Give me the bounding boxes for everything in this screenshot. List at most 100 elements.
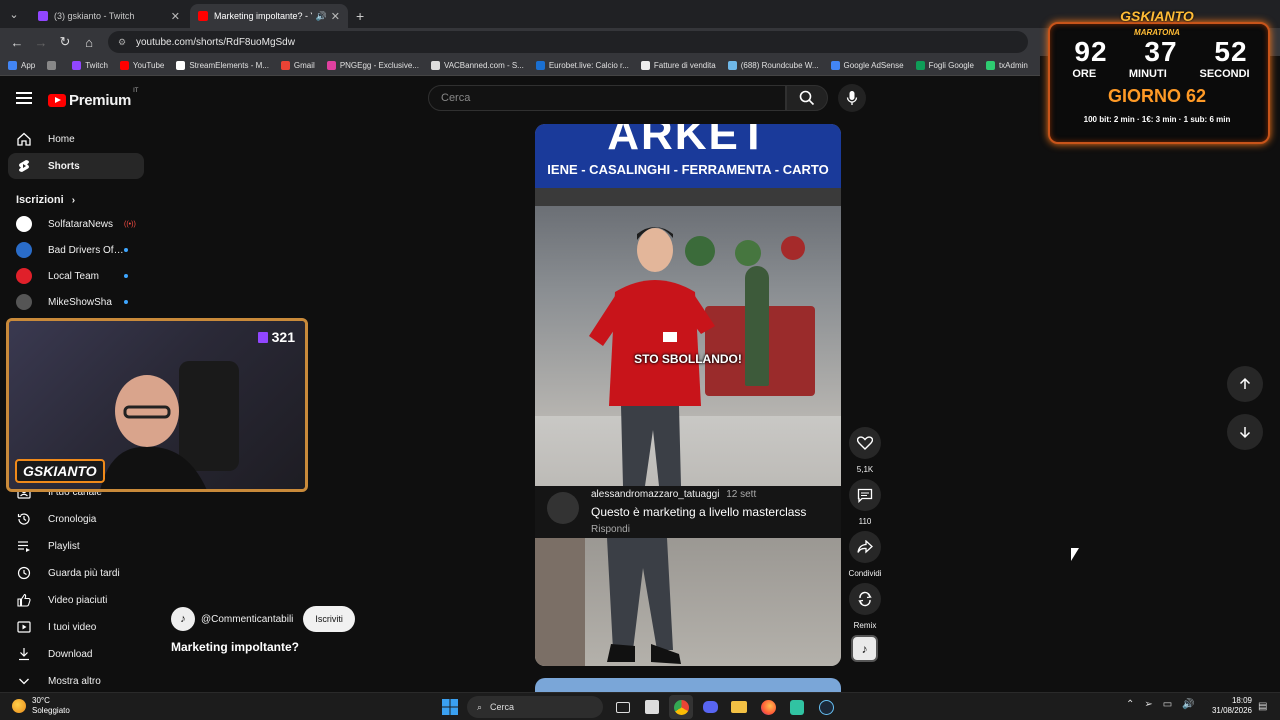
subscriptions-header[interactable]: Iscrizioni › xyxy=(0,189,152,211)
tab-twitch[interactable]: (3) gskianto - Twitch ✕ xyxy=(30,4,188,28)
sidebar-item-home[interactable]: Home xyxy=(8,126,144,152)
youtube-logo[interactable]: Premium IT xyxy=(48,88,138,109)
bookmark-item[interactable]: Eurobet.live: Calcio r... xyxy=(535,61,629,70)
bookmark-item[interactable]: App xyxy=(8,61,35,70)
comments-button[interactable]: 110 xyxy=(848,479,882,526)
subscription-item[interactable]: Local Team xyxy=(0,263,152,289)
next-short-button[interactable] xyxy=(1227,414,1263,450)
sidebar-item-label: Cronologia xyxy=(48,513,97,525)
bookmark-favicon-icon xyxy=(47,61,57,70)
short-video-player[interactable]: ARKET IENE - CASALINGHI - FERRAMENTA - C… xyxy=(535,124,841,666)
sidebar-item-label: Video piaciuti xyxy=(48,594,108,606)
youtube-play-icon xyxy=(48,94,66,107)
remix-button[interactable]: Remix xyxy=(848,583,882,630)
address-bar[interactable]: ⚙ youtube.com/shorts/RdF8uoMgSdw xyxy=(108,31,1028,53)
reload-icon[interactable]: ↻ xyxy=(54,31,76,53)
bookmark-item[interactable] xyxy=(47,61,60,70)
sidebar-item-label: I tuoi video xyxy=(48,621,97,633)
close-tab-icon[interactable]: ✕ xyxy=(331,10,340,23)
bookmark-item[interactable]: PNGEgg - Exclusive... xyxy=(326,61,419,70)
subscribe-button[interactable]: Iscriviti xyxy=(303,606,355,632)
channel-name[interactable]: @Commenticantabili xyxy=(201,614,293,625)
store-icon[interactable] xyxy=(640,695,664,719)
chevron-up-icon[interactable]: ⌃ xyxy=(1126,699,1134,710)
comment-icon xyxy=(857,488,873,503)
bookmark-label: StreamElements - M... xyxy=(189,61,269,70)
firefox-icon[interactable] xyxy=(756,695,780,719)
reply-button[interactable]: Rispondi xyxy=(591,524,630,535)
logo-text: Premium xyxy=(69,92,132,109)
bookmark-favicon-icon xyxy=(430,61,440,70)
subscription-item[interactable]: MikeShowSha xyxy=(0,289,152,315)
bookmark-item[interactable]: VACBanned.com - S... xyxy=(430,61,524,70)
next-short-preview[interactable] xyxy=(535,678,841,692)
share-button[interactable]: Condividi xyxy=(848,531,882,578)
bookmark-favicon-icon xyxy=(176,61,186,70)
comment-date: 12 sett xyxy=(726,489,757,500)
comment-author[interactable]: alessandromazzaro_tatuaggi xyxy=(591,489,719,500)
channel-avatar[interactable]: ♪ xyxy=(171,607,195,631)
sidebar-item-shorts[interactable]: Shorts xyxy=(8,153,144,179)
sidebar-item-your-videos[interactable]: I tuoi video xyxy=(8,614,144,640)
tab-youtube[interactable]: Marketing impoltante? - Yo 🔊 ✕ xyxy=(190,4,348,28)
menu-icon[interactable] xyxy=(16,92,32,104)
back-icon[interactable]: ← xyxy=(6,31,28,53)
sidebar-item-watch-later[interactable]: Guarda più tardi xyxy=(8,560,144,586)
sidebar-item-playlist[interactable]: Playlist xyxy=(8,533,144,559)
bookmark-item[interactable]: Gmail xyxy=(280,61,315,70)
close-tab-icon[interactable]: ✕ xyxy=(171,10,180,23)
timer-minutes: 37 xyxy=(1144,36,1178,67)
timer-day: GIORNO 62 xyxy=(1107,86,1207,106)
your-videos-icon xyxy=(16,619,32,635)
subscription-item[interactable]: Bad Drivers Of It... xyxy=(0,237,152,263)
steam-icon[interactable] xyxy=(814,695,838,719)
time: 18:09 xyxy=(1231,696,1252,705)
bookmark-item[interactable]: YouTube xyxy=(119,61,164,70)
chrome-icon[interactable] xyxy=(669,695,693,719)
bookmark-item[interactable]: (688) Roundcube W... xyxy=(727,61,819,70)
sidebar-item-download[interactable]: Download xyxy=(8,641,144,667)
bookmark-favicon-icon xyxy=(640,61,650,70)
search-icon xyxy=(799,90,815,106)
bookmark-item[interactable]: txAdmin xyxy=(985,61,1028,70)
sidebar-item-history[interactable]: Cronologia xyxy=(8,506,144,532)
like-button[interactable]: 5,1K xyxy=(848,427,882,474)
send-icon[interactable]: ➢ xyxy=(1144,699,1152,710)
temperature: 30°C xyxy=(32,696,50,705)
bookmark-item[interactable]: Google AdSense xyxy=(830,61,904,70)
bookmark-item[interactable]: Fatture di vendita xyxy=(640,61,716,70)
discord-icon[interactable] xyxy=(698,695,722,719)
sidebar-item-chevron-down[interactable]: Mostra altro xyxy=(8,668,144,694)
taskbar-search[interactable]: ⌕ Cerca xyxy=(467,696,603,718)
start-button[interactable] xyxy=(438,695,462,719)
network-icon[interactable]: ▭ xyxy=(1163,699,1172,710)
weather-widget[interactable]: 30°C Soleggiato xyxy=(12,696,70,716)
task-view-icon[interactable] xyxy=(611,695,635,719)
short-title[interactable]: Marketing impoltante? xyxy=(171,640,299,654)
audio-icon[interactable]: 🔊 xyxy=(316,11,327,22)
voice-search-button[interactable] xyxy=(838,84,866,112)
search-input[interactable]: Cerca xyxy=(428,85,786,111)
forward-icon[interactable]: → xyxy=(30,31,52,53)
search-button[interactable] xyxy=(786,85,828,111)
volume-icon[interactable]: 🔊 xyxy=(1182,699,1194,710)
bookmark-label: Google AdSense xyxy=(843,61,904,70)
sidebar-item-liked[interactable]: Video piaciuti xyxy=(8,587,144,613)
subscription-item[interactable]: SolfataraNews ((•)) xyxy=(0,211,152,237)
clock[interactable]: 18:09 31/08/2026 xyxy=(1206,696,1252,716)
file-explorer-icon[interactable] xyxy=(727,695,751,719)
bookmark-item[interactable]: Twitch xyxy=(72,61,108,70)
sound-thumbnail[interactable]: ♪ xyxy=(851,635,878,662)
new-tab-button[interactable]: + xyxy=(356,4,364,28)
bookmark-item[interactable]: StreamElements - M... xyxy=(176,61,269,70)
home-button-icon[interactable]: ⌂ xyxy=(78,31,100,53)
streamlabs-icon[interactable] xyxy=(785,695,809,719)
tab-search-icon[interactable]: ⌄ xyxy=(0,0,28,28)
taskbar-search-label: Cerca xyxy=(490,702,515,712)
bookmark-item[interactable]: Fogli Google xyxy=(915,61,974,70)
notifications-icon[interactable]: ▤ xyxy=(1258,701,1267,712)
previous-short-button[interactable] xyxy=(1227,366,1263,402)
comment-avatar[interactable] xyxy=(547,492,579,524)
bookmark-favicon-icon xyxy=(830,61,840,70)
site-info-icon[interactable]: ⚙ xyxy=(118,37,128,47)
